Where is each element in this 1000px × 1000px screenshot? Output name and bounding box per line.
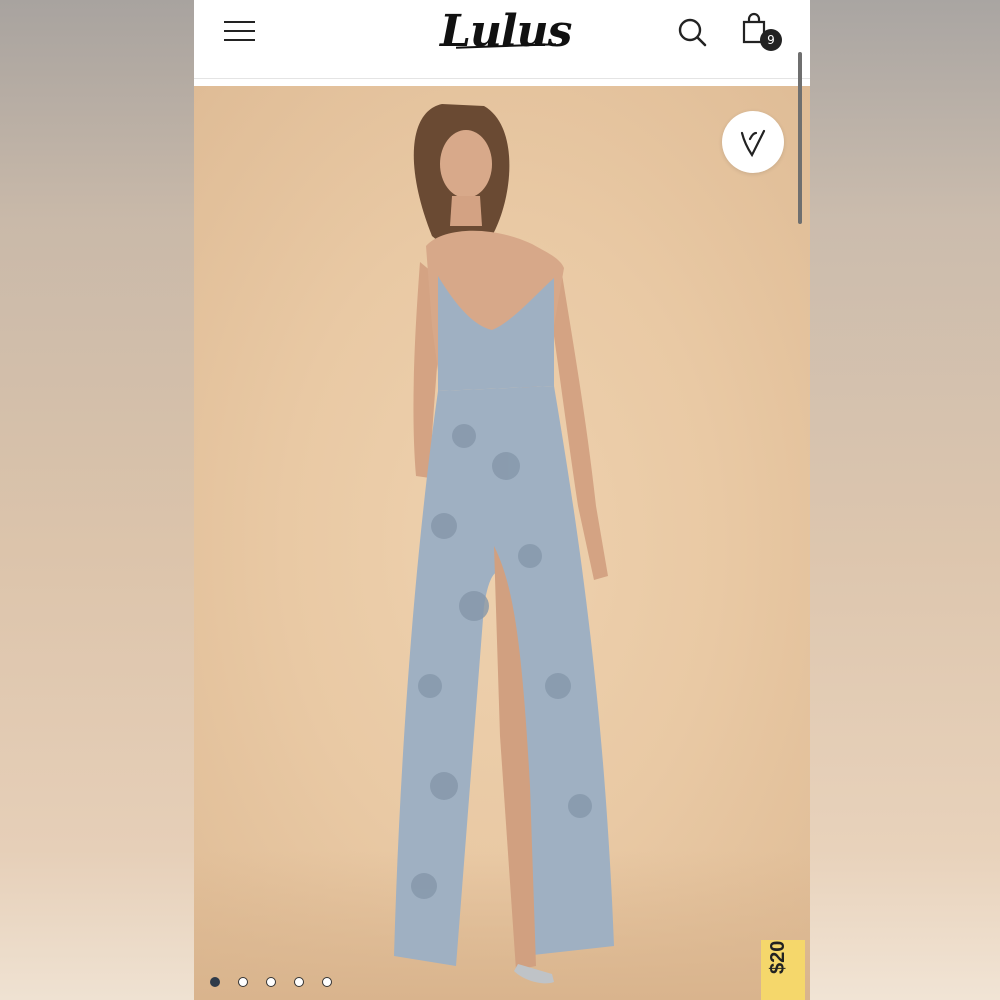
model-face: [440, 130, 492, 198]
menu-button[interactable]: [224, 17, 258, 47]
site-header: Lulus 9: [194, 0, 810, 79]
promo-tab[interactable]: $20!: [761, 940, 805, 1000]
product-photo-model: [394, 104, 614, 984]
brand-logo[interactable]: Lulus: [440, 2, 572, 62]
model-shoe: [514, 964, 554, 984]
menu-icon-bar: [224, 39, 255, 41]
gallery-dot-5[interactable]: [322, 977, 332, 987]
mobile-screen: Lulus 9 $20!: [194, 0, 810, 1000]
model-neck: [450, 196, 482, 226]
heart-icon: [740, 129, 766, 158]
cart-count-badge: 9: [760, 29, 782, 51]
scrollbar-thumb[interactable]: [798, 52, 802, 224]
search-icon: [678, 18, 707, 47]
gallery-dot-4[interactable]: [294, 977, 304, 987]
product-image-gallery[interactable]: $20!: [194, 86, 810, 1000]
menu-icon-bar: [224, 21, 255, 23]
gallery-dot-3[interactable]: [266, 977, 276, 987]
search-button[interactable]: [676, 16, 710, 50]
promo-tab-label: $20!: [767, 940, 789, 974]
gallery-dot-2[interactable]: [238, 977, 248, 987]
shopping-bag-button[interactable]: 9: [740, 12, 790, 56]
gallery-dot-1[interactable]: [210, 977, 220, 987]
blurred-backdrop-right: [810, 0, 1000, 1000]
blurred-backdrop-left: [0, 0, 194, 1000]
favorite-button[interactable]: [722, 111, 784, 173]
menu-icon-bar: [224, 30, 255, 32]
